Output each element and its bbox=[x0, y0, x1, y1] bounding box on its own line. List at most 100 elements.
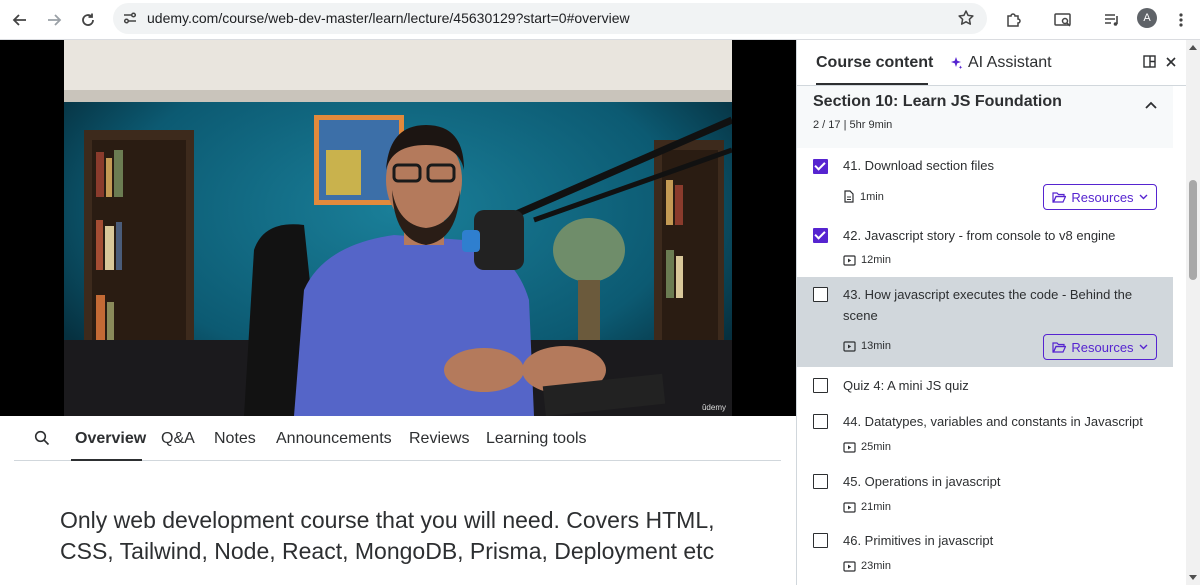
lecture-duration: 13min bbox=[843, 340, 891, 352]
lecture-title: 42. Javascript story - from console to v… bbox=[843, 228, 1116, 243]
browser-toolbar: udemy.com/course/web-dev-master/learn/le… bbox=[0, 0, 1200, 40]
kebab-menu-icon bbox=[1179, 13, 1183, 27]
extensions-button[interactable] bbox=[1000, 7, 1026, 33]
back-button[interactable] bbox=[6, 6, 34, 34]
section-header[interactable]: Section 10: Learn JS Foundation 2 / 17 |… bbox=[797, 86, 1173, 148]
tab-qa[interactable]: Q&A bbox=[161, 430, 195, 448]
tab-learning-tools[interactable]: Learning tools bbox=[486, 430, 587, 448]
lecture-duration: 25min bbox=[843, 441, 891, 453]
lecture-title: 45. Operations in javascript bbox=[843, 474, 1001, 489]
tab-ai-assistant[interactable]: AI Assistant bbox=[949, 54, 1052, 72]
video-still bbox=[64, 40, 732, 416]
arrow-left-icon bbox=[12, 14, 26, 26]
resources-label: Resources bbox=[1071, 339, 1134, 355]
folder-open-icon bbox=[1052, 342, 1067, 353]
lecture-duration: 12min bbox=[843, 254, 891, 266]
lecture-checkbox[interactable] bbox=[813, 474, 828, 489]
lecture-title: 44. Datatypes, variables and constants i… bbox=[843, 414, 1143, 429]
lecture-checkbox[interactable] bbox=[813, 287, 828, 302]
lecture-checkbox[interactable] bbox=[813, 378, 828, 393]
sidebar-header: Course content AI Assistant bbox=[797, 40, 1186, 86]
lecture-duration: 21min bbox=[843, 501, 891, 513]
section-progress: 2 / 17 | 5hr 9min bbox=[813, 119, 893, 131]
tab-announcements[interactable]: Announcements bbox=[276, 430, 392, 448]
tab-notes[interactable]: Notes bbox=[214, 430, 256, 448]
video-icon bbox=[843, 560, 856, 572]
lecture-tabs: Overview Q&A Notes Announcements Reviews… bbox=[14, 416, 781, 461]
duration-text: 12min bbox=[861, 254, 891, 266]
lecture-duration: 23min bbox=[843, 560, 891, 572]
video-player[interactable]: ûdemy bbox=[0, 40, 796, 416]
video-icon bbox=[843, 501, 856, 513]
lecture-item[interactable]: 41. Download section files 1min Resource… bbox=[797, 148, 1173, 218]
tab-reviews[interactable]: Reviews bbox=[409, 430, 469, 448]
course-headline: Only web development course that you wil… bbox=[60, 507, 715, 564]
ai-assistant-label: AI Assistant bbox=[968, 54, 1052, 71]
url-text: udemy.com/course/web-dev-master/learn/le… bbox=[147, 10, 630, 26]
quiz-item[interactable]: Quiz 4: A mini JS quiz bbox=[797, 367, 1173, 403]
search-icon bbox=[34, 430, 50, 446]
duration-text: 25min bbox=[861, 441, 891, 453]
video-icon bbox=[843, 340, 856, 352]
reload-icon bbox=[82, 13, 94, 26]
lecture-item[interactable]: 44. Datatypes, variables and constants i… bbox=[797, 403, 1173, 463]
panel-icon bbox=[1143, 55, 1156, 68]
tab-overview[interactable]: Overview bbox=[75, 430, 146, 448]
lecture-checkbox[interactable] bbox=[813, 533, 828, 548]
resources-button[interactable]: Resources bbox=[1043, 334, 1157, 360]
scroll-down-arrow[interactable] bbox=[1189, 575, 1197, 580]
cast-search-button[interactable] bbox=[1050, 7, 1076, 33]
chevron-down-icon bbox=[1139, 194, 1148, 200]
active-tab-indicator bbox=[71, 459, 142, 461]
close-icon bbox=[1166, 57, 1176, 67]
playlist-icon bbox=[1105, 14, 1118, 26]
scroll-up-arrow[interactable] bbox=[1189, 45, 1197, 50]
browser-menu-button[interactable] bbox=[1168, 7, 1194, 33]
video-icon bbox=[843, 254, 856, 266]
lecture-title: 41. Download section files bbox=[843, 158, 995, 173]
lecture-duration: 1min bbox=[843, 190, 884, 203]
duration-text: 13min bbox=[861, 340, 891, 352]
quiz-title: Quiz 4: A mini JS quiz bbox=[843, 378, 969, 393]
puzzle-icon bbox=[1007, 13, 1021, 27]
section-title: Section 10: Learn JS Foundation bbox=[813, 93, 1062, 110]
lecture-checkbox[interactable] bbox=[813, 414, 828, 429]
sidebar-scrollbar[interactable] bbox=[1186, 40, 1200, 585]
lecture-checkbox[interactable] bbox=[813, 159, 828, 174]
scrollbar-thumb[interactable] bbox=[1189, 180, 1197, 280]
lecture-item[interactable]: 42. Javascript story - from console to v… bbox=[797, 218, 1173, 277]
resources-label: Resources bbox=[1071, 189, 1134, 205]
duration-text: 23min bbox=[861, 560, 891, 572]
lecture-title: 43. How javascript executes the code - B… bbox=[843, 287, 1133, 323]
media-controls-button[interactable] bbox=[1099, 7, 1125, 33]
bookmark-star-icon[interactable] bbox=[957, 9, 975, 32]
close-sidebar-button[interactable] bbox=[1165, 55, 1177, 73]
search-tab[interactable] bbox=[34, 430, 50, 451]
lecture-title: 46. Primitives in javascript bbox=[843, 533, 994, 548]
lecture-item-current[interactable]: 43. How javascript executes the code - B… bbox=[797, 277, 1173, 367]
lecture-checkbox[interactable] bbox=[813, 228, 828, 243]
video-frame[interactable]: ûdemy bbox=[64, 40, 732, 416]
screen-search-icon bbox=[1054, 13, 1071, 27]
lecture-item[interactable]: 45. Operations in javascript 21min bbox=[797, 463, 1173, 522]
course-content-sidebar: Course content AI Assistant Section 10: … bbox=[796, 40, 1186, 585]
reload-button[interactable] bbox=[74, 6, 102, 34]
forward-button[interactable] bbox=[40, 6, 68, 34]
lecture-item[interactable]: 46. Primitives in javascript 23min bbox=[797, 522, 1173, 582]
udemy-watermark: ûdemy bbox=[701, 403, 726, 412]
site-settings-icon[interactable] bbox=[121, 9, 139, 32]
video-icon bbox=[843, 441, 856, 453]
sidebar-active-tab-indicator bbox=[816, 83, 928, 85]
chevron-up-icon[interactable] bbox=[1145, 96, 1157, 114]
expand-panel-button[interactable] bbox=[1143, 55, 1156, 73]
file-icon bbox=[844, 190, 854, 203]
arrow-right-icon bbox=[48, 14, 62, 26]
tab-course-content[interactable]: Course content bbox=[816, 54, 933, 72]
resources-button[interactable]: Resources bbox=[1043, 184, 1157, 210]
folder-open-icon bbox=[1052, 192, 1067, 203]
profile-avatar[interactable]: A bbox=[1137, 8, 1157, 28]
duration-text: 21min bbox=[861, 501, 891, 513]
address-bar[interactable]: udemy.com/course/web-dev-master/learn/le… bbox=[113, 3, 987, 34]
duration-text: 1min bbox=[860, 190, 884, 203]
chevron-down-icon bbox=[1139, 344, 1148, 350]
